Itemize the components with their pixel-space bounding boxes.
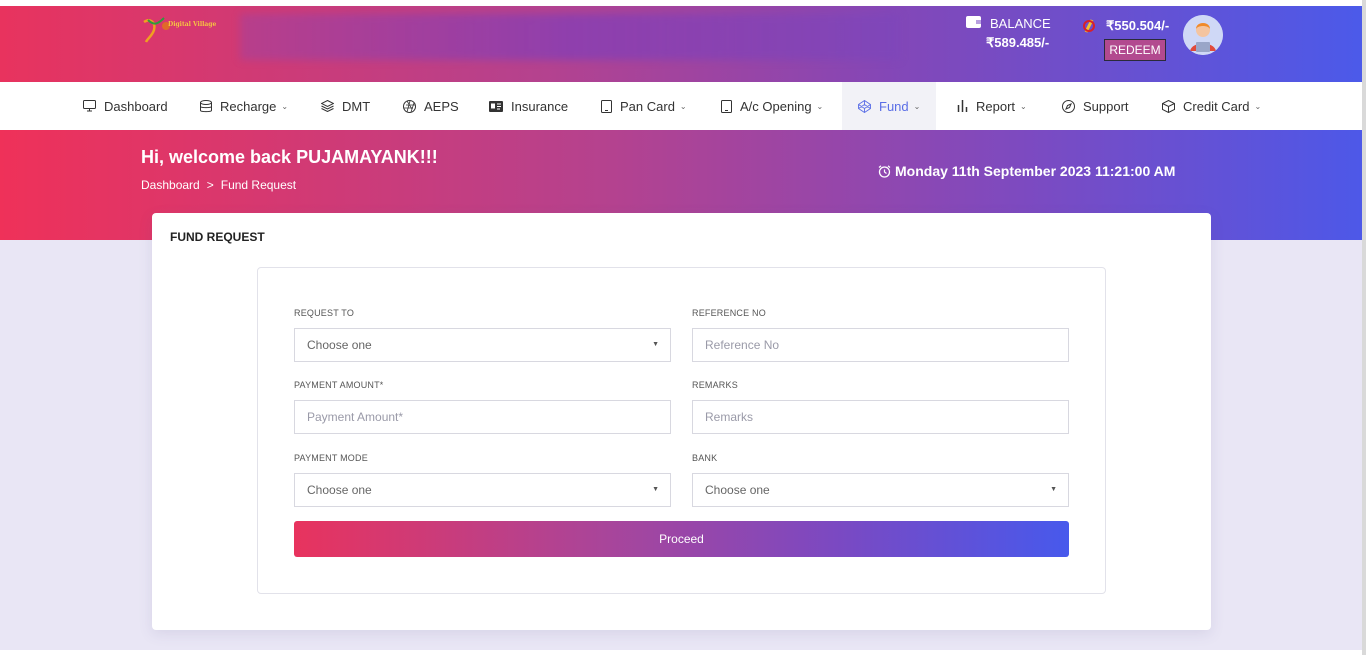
- fund-request-card: FUND REQUEST REQUEST TO Choose one ▼ REF…: [152, 213, 1211, 630]
- nav-label: Pan Card: [620, 98, 675, 114]
- caret-down-icon: ▼: [652, 341, 659, 348]
- nav-item-dmt[interactable]: DMT: [321, 82, 370, 130]
- nav-item-dashboard[interactable]: Dashboard: [83, 82, 168, 130]
- id-card-icon: [489, 100, 503, 112]
- datetime-text: Monday 11th September 2023 11:21:00 AM: [895, 163, 1176, 179]
- database-icon: [200, 99, 212, 112]
- reference-label: REFERENCE NO: [692, 308, 766, 318]
- nav-item-pan-card[interactable]: Pan Card ⌄: [601, 82, 687, 130]
- bar-chart-icon: [957, 100, 968, 112]
- blurred-banner: [240, 14, 900, 60]
- codepen-icon: [858, 99, 871, 113]
- breadcrumb-separator: >: [206, 178, 214, 192]
- bottom-strip: [0, 650, 1366, 655]
- balance-value: ₹589.485/-: [986, 35, 1050, 50]
- tablet-icon: [601, 99, 612, 113]
- payment-mode-label: PAYMENT MODE: [294, 453, 368, 463]
- aperture-icon: [403, 99, 416, 113]
- chevron-down-icon: ⌄: [1020, 101, 1027, 111]
- breadcrumb: Dashboard > Fund Request: [141, 178, 296, 192]
- nav-item-insurance[interactable]: Insurance: [489, 82, 568, 130]
- nav-label: Support: [1083, 98, 1129, 114]
- caret-down-icon: ▼: [1050, 486, 1057, 493]
- nav-item-report[interactable]: Report ⌄: [957, 82, 1027, 130]
- nav-item-fund[interactable]: Fund ⌄: [842, 82, 937, 130]
- chevron-down-icon: ⌄: [679, 101, 687, 111]
- nav-label: Report: [976, 98, 1016, 114]
- user-avatar-icon: [1183, 15, 1223, 55]
- nav-label: A/c Opening: [740, 98, 812, 114]
- payment-amount-label: PAYMENT AMOUNT*: [294, 380, 384, 390]
- reward-value: ₹550.504/-: [1106, 18, 1170, 33]
- alarm-clock-icon: [878, 164, 891, 178]
- fund-request-form: REQUEST TO Choose one ▼ REFERENCE NO PAY…: [257, 267, 1106, 594]
- bank-select[interactable]: Choose one ▼: [692, 473, 1069, 507]
- wallet-icon: [966, 16, 981, 28]
- payment-mode-select[interactable]: Choose one ▼: [294, 473, 671, 507]
- monitor-icon: [83, 100, 96, 112]
- nav-label: DMT: [342, 98, 371, 114]
- card-title: FUND REQUEST: [170, 230, 265, 244]
- nav-label: Recharge: [220, 98, 277, 114]
- request-to-select[interactable]: Choose one ▼: [294, 328, 671, 362]
- breadcrumb-current: Fund Request: [220, 178, 297, 192]
- balance-label: BALANCE: [990, 16, 1051, 31]
- remarks-label: REMARKS: [692, 380, 738, 390]
- request-to-label: REQUEST TO: [294, 308, 355, 318]
- scrollbar[interactable]: [1362, 0, 1366, 655]
- breadcrumb-home[interactable]: Dashboard: [141, 178, 200, 192]
- compass-icon: [1062, 99, 1075, 113]
- main-nav: Dashboard Recharge ⌄ DMT AEPS Insurance P…: [0, 82, 1362, 130]
- nav-item-ac-opening[interactable]: A/c Opening ⌄: [721, 82, 823, 130]
- reference-input[interactable]: [692, 328, 1069, 362]
- proceed-button[interactable]: Proceed: [294, 521, 1069, 557]
- caret-down-icon: ▼: [652, 486, 659, 493]
- nav-item-credit-card[interactable]: Credit Card ⌄: [1162, 82, 1261, 130]
- nav-item-support[interactable]: Support: [1062, 82, 1129, 130]
- nav-label: Dashboard: [104, 98, 168, 114]
- bank-label: BANK: [692, 453, 718, 463]
- chevron-down-icon: ⌄: [281, 101, 289, 111]
- nav-item-recharge[interactable]: Recharge ⌄: [200, 82, 288, 130]
- payment-mode-value: Choose one: [307, 483, 372, 497]
- chevron-down-icon: ⌄: [816, 101, 824, 111]
- nav-label: AEPS: [424, 98, 459, 114]
- remarks-input[interactable]: [692, 400, 1069, 434]
- nav-label: Credit Card: [1183, 98, 1250, 114]
- nav-item-aeps[interactable]: AEPS: [403, 82, 459, 130]
- chevron-down-icon: ⌄: [1254, 101, 1262, 111]
- redeem-button[interactable]: REDEEM: [1104, 39, 1166, 61]
- nav-label: Fund: [879, 98, 909, 114]
- payment-amount-input[interactable]: [294, 400, 671, 434]
- logo-text: Digital Village: [168, 21, 217, 28]
- reward-icon: [1083, 19, 1095, 33]
- layers-icon: [321, 100, 334, 112]
- box-icon: [1162, 99, 1175, 113]
- page-title: Hi, welcome back PUJAMAYANK!!!: [141, 147, 438, 167]
- tablet-icon: [721, 99, 732, 113]
- request-to-value: Choose one: [307, 338, 372, 352]
- bank-value: Choose one: [705, 483, 770, 497]
- current-datetime: Monday 11th September 2023 11:21:00 AM: [878, 163, 1175, 179]
- avatar[interactable]: [1183, 15, 1223, 55]
- chevron-down-icon: ⌄: [913, 101, 921, 111]
- nav-label: Insurance: [511, 98, 569, 114]
